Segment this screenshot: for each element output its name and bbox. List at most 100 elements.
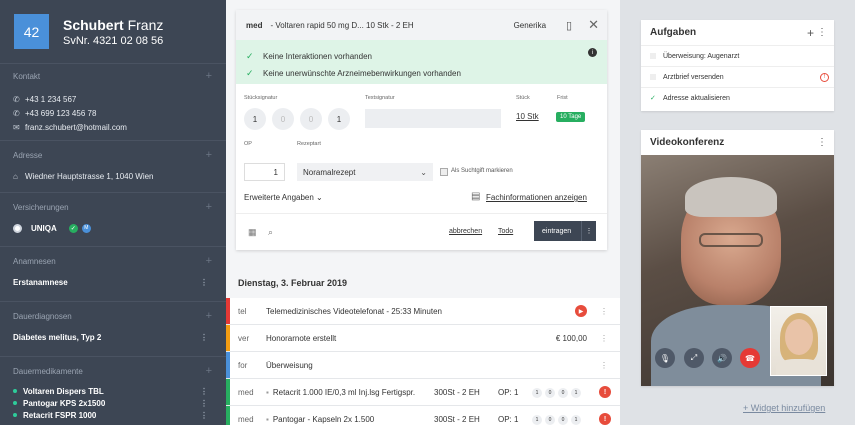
task-item[interactable]: Überweisung: Augenarzt: [641, 45, 834, 66]
task-item[interactable]: ✓ Adresse aktualisieren: [641, 87, 834, 108]
anamnesen-add-icon[interactable]: +: [206, 255, 212, 267]
self-view-image: [770, 306, 827, 376]
medikament-item[interactable]: Pantogar KPS 2x1500 ⋮: [0, 397, 226, 409]
phone-icon: ✆: [13, 94, 20, 104]
stuecksignatur-label: Stücksignatur: [244, 95, 278, 101]
warning-icon[interactable]: !: [599, 386, 611, 398]
dauermedikamente-add-icon[interactable]: +: [206, 365, 212, 377]
timeline-entry[interactable]: ver Honorarnote erstellt € 100,00 ⋮: [226, 325, 620, 352]
anamnesen-more-icon[interactable]: ⋮: [200, 278, 208, 287]
more-icon[interactable]: ⋮: [600, 361, 608, 370]
signatur-abends[interactable]: 0: [300, 108, 322, 130]
patient-name: Schubert Franz: [63, 17, 163, 33]
info-icon[interactable]: i: [588, 48, 597, 57]
textsignatur-input[interactable]: [365, 109, 501, 128]
kontakt-add-icon[interactable]: +: [206, 70, 212, 82]
home-icon: ⌂: [13, 171, 18, 181]
speaker-icon[interactable]: 🔊: [712, 348, 732, 368]
dauermedikamente-section: Dauermedikamente + Voltaren Dispers TBL ⋮ …: [0, 356, 226, 420]
signatur-mittags[interactable]: 0: [272, 108, 294, 130]
signatur-nachts[interactable]: 1: [328, 108, 350, 130]
email-icon: ✉: [13, 122, 20, 132]
zoom-icon[interactable]: ⌕: [268, 227, 273, 238]
timeline-entry[interactable]: med ▪ Retacrit 1.000 IE/0,3 ml Inj.lsg Fe…: [226, 379, 620, 406]
task-checkbox[interactable]: [650, 53, 656, 59]
warning-icon[interactable]: !: [599, 413, 611, 425]
add-widget-link[interactable]: + Widget hinzufügen: [743, 403, 825, 413]
adresse-add-icon[interactable]: +: [206, 149, 212, 161]
fullscreen-icon[interactable]: ⤢: [684, 348, 704, 368]
medikament-more-icon[interactable]: ⋮: [200, 399, 208, 408]
suchtgift-checkbox[interactable]: [440, 168, 448, 176]
play-icon[interactable]: ▶: [575, 305, 587, 317]
frist-label: Frist: [557, 95, 568, 101]
medikament-item[interactable]: Voltaren Dispers TBL ⋮: [0, 385, 226, 397]
timeline-date: Dienstag, 3. Februar 2019: [238, 278, 348, 288]
dauerdiagnosen-value[interactable]: Diabetes melitus, Typ 2: [13, 333, 101, 342]
mobile-icon: ✆: [13, 108, 20, 118]
timeline-entry[interactable]: tel Telemedizinisches Videotelefonat - 2…: [226, 298, 620, 325]
video-title: Videokonferenz: [650, 137, 725, 148]
patient-sidebar: 42 Schubert Franz SvNr. 4321 02 08 56 Ko…: [0, 0, 226, 425]
anamnesen-value[interactable]: Erstanamnese: [13, 278, 68, 287]
op-input[interactable]: 1: [244, 163, 285, 181]
todo-link[interactable]: Todo: [498, 228, 513, 235]
frist-badge[interactable]: 10 Tage: [556, 112, 586, 122]
prescription-icon[interactable]: ▯: [566, 19, 572, 32]
calendar-icon[interactable]: ▦: [248, 227, 257, 238]
task-checkbox[interactable]: [650, 74, 656, 80]
patient-number-badge: 42: [14, 14, 49, 49]
more-icon[interactable]: ⋮: [600, 307, 608, 316]
versicherungen-add-icon[interactable]: +: [206, 201, 212, 213]
kontakt-phone-1[interactable]: +43 1 234 567: [25, 95, 76, 104]
stueck-value[interactable]: 10 Stk: [516, 112, 539, 121]
amount: € 100,00: [555, 333, 587, 343]
timeline-entry[interactable]: med ▪ Pantogar - Kapseln 2x 1.500 300St -…: [226, 406, 620, 425]
dauerdiagnosen-title: Dauerdiagnosen: [13, 311, 72, 321]
widget-panel: Aufgaben + ⋮ Überweisung: Augenarzt Arztbr…: [620, 0, 855, 425]
anamnesen-title: Anamnesen: [13, 256, 56, 266]
document-icon: ▤: [471, 191, 481, 202]
dauerdiagnosen-more-icon[interactable]: ⋮: [200, 333, 208, 342]
dauerdiagnosen-section: Dauerdiagnosen + Diabetes melitus, Typ 2 ⋮: [0, 301, 226, 356]
kontakt-phone-2[interactable]: +43 699 123 456 78: [25, 109, 96, 118]
task-item[interactable]: Arztbrief versenden!: [641, 66, 834, 87]
dauerdiagnosen-add-icon[interactable]: +: [206, 310, 212, 322]
more-icon[interactable]: ⋮: [817, 137, 827, 148]
kontakt-email[interactable]: franz.schubert@hotmail.com: [25, 123, 127, 132]
rezeptart-value: Noramalrezept: [303, 167, 356, 177]
eintragen-button[interactable]: eintragen ⋮: [534, 221, 596, 241]
add-task-icon[interactable]: +: [807, 26, 814, 40]
more-icon[interactable]: ⋮: [581, 221, 596, 241]
generika-button[interactable]: Generika: [514, 21, 546, 30]
prescription-type: med: [246, 20, 263, 30]
timeline-entry[interactable]: for Überweisung ⋮: [226, 352, 620, 379]
adresse-value[interactable]: Wiedner Hauptstrasse 1, 1040 Wien: [25, 172, 154, 181]
more-icon[interactable]: ⋮: [600, 334, 608, 343]
patient-svnr: SvNr. 4321 02 08 56: [63, 34, 164, 47]
medikament-item[interactable]: Retacrit FSPR 1000 ⋮: [0, 409, 226, 421]
alert-icon: !: [820, 72, 829, 82]
check-icon: ✓: [246, 51, 254, 61]
erweiterte-angaben-toggle[interactable]: Erweiterte Angaben ⌄: [244, 193, 323, 202]
patient-last-name: Schubert: [63, 16, 124, 33]
medikament-more-icon[interactable]: ⋮: [200, 411, 208, 420]
check-icon[interactable]: ✓: [650, 94, 656, 102]
versicherungen-title: Versicherungen: [13, 202, 69, 212]
op-label: OP: [244, 141, 252, 147]
versicherung-value[interactable]: UNIQA: [31, 224, 57, 233]
check-icon: ✓: [246, 68, 254, 78]
close-icon[interactable]: ✕: [588, 17, 599, 33]
signatur-morgens[interactable]: 1: [244, 108, 266, 130]
check-alert: ✓ Keine Interaktionen vorhanden ✓ Keine un…: [236, 40, 607, 84]
hangup-icon[interactable]: ☎: [740, 348, 760, 368]
more-icon[interactable]: ⋮: [817, 27, 827, 38]
medikament-more-icon[interactable]: ⋮: [200, 387, 208, 396]
stueck-label: Stück: [516, 95, 530, 101]
radio-selected-icon[interactable]: [13, 223, 22, 233]
rezeptart-select[interactable]: Noramalrezept ⌄: [297, 163, 433, 181]
fachinfo-link[interactable]: Fachinformationen anzeigen: [486, 193, 587, 202]
abbrechen-link[interactable]: abbrechen: [449, 228, 482, 235]
prescription-header: med - Voltaren rapid 50 mg D... 10 Stk -…: [236, 10, 607, 40]
microphone-icon[interactable]: 🎙: [655, 348, 675, 368]
